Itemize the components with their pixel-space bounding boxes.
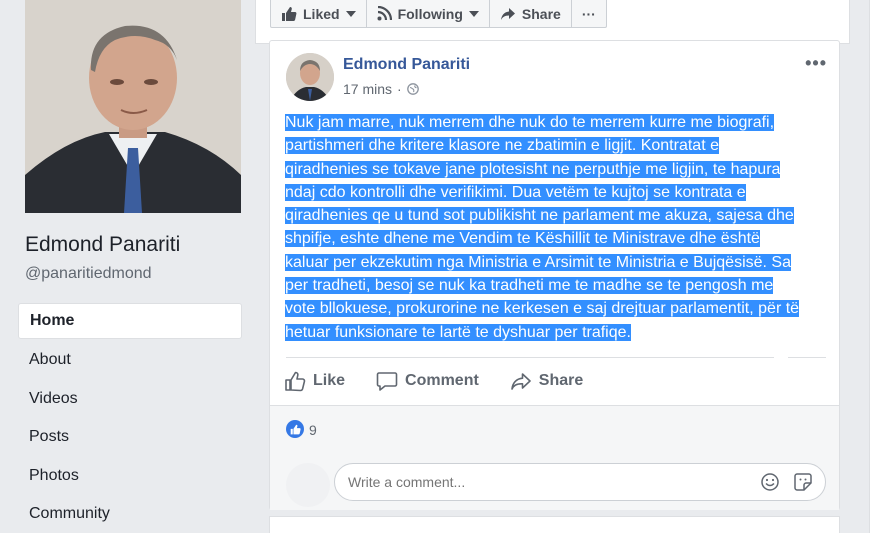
page-name[interactable]: Edmond Panariti [25, 233, 180, 257]
share-page-button[interactable]: Share [490, 0, 572, 27]
reactions-bar: 9 [270, 405, 839, 455]
nav-item-videos[interactable]: Videos [18, 380, 242, 419]
like-button[interactable]: Like [284, 367, 345, 395]
share-arrow-icon [510, 373, 531, 390]
like-count[interactable]: 9 [309, 422, 317, 438]
nav-item-posts[interactable]: Posts [18, 418, 242, 457]
nav-item-about[interactable]: About [18, 341, 242, 380]
post-line: hetuar funksionare te lartë te dyshuar p… [285, 323, 631, 341]
share-label: Share [538, 372, 584, 389]
right-column-edge [869, 0, 884, 533]
share-button[interactable]: Share [510, 367, 583, 395]
post-line: qiradhenies qe u tund sot publikisht ne … [285, 207, 794, 225]
like-label: Like [313, 372, 346, 389]
post-body: Nuk jam marre, nuk merrem dhe nuk do te … [285, 111, 830, 344]
post-line: Nuk jam marre, nuk merrem dhe nuk do te … [285, 114, 775, 131]
globe-icon[interactable] [406, 83, 419, 95]
post-line: partishmeri dhe kritere klasore ne zbati… [285, 137, 719, 155]
post-action-row: Like Comment Share [284, 367, 614, 395]
nav-item-community[interactable]: Community [18, 495, 242, 533]
post-line: qiradhenies se tokave jane plotesisht ne… [285, 160, 781, 178]
post-options-button[interactable]: ••• [805, 53, 827, 74]
comment-label: Comment [405, 372, 479, 389]
post-author-name[interactable]: Edmond Panariti [343, 56, 470, 74]
page-action-bar: Liked Following Share ··· [255, 0, 850, 44]
nav-item-photos[interactable]: Photos [18, 457, 242, 496]
liked-button[interactable]: Liked [271, 0, 367, 27]
divider [788, 357, 826, 358]
thumbs-up-icon [282, 6, 297, 21]
meta-separator: · [397, 81, 402, 97]
liked-label: Liked [303, 5, 340, 22]
comment-input[interactable] [334, 463, 826, 501]
chevron-down-icon [345, 10, 356, 17]
post-meta: 17 mins · [343, 81, 419, 97]
post-line: ndaj cdo kontrolli dhe verifikimi. Dua v… [285, 183, 746, 201]
page-handle[interactable]: @panaritiedmond [25, 265, 152, 283]
nav-item-home[interactable]: Home [18, 303, 242, 339]
post-line: shpifje, eshte dhene me Vendim te Këshil… [285, 230, 760, 248]
chevron-down-icon [468, 10, 479, 17]
post-card: Edmond Panariti 17 mins · ••• Nuk jam ma… [269, 40, 840, 510]
post-line: per tradheti, besoj se nuk ka tradheti m… [285, 277, 774, 295]
more-label: ··· [581, 5, 596, 22]
post-timestamp[interactable]: 17 mins [343, 81, 392, 97]
more-options-button[interactable]: ··· [572, 0, 606, 27]
next-post-card [269, 516, 840, 533]
rss-icon [377, 6, 392, 21]
comment-composer [270, 455, 839, 510]
like-reaction-icon[interactable] [286, 420, 304, 438]
comment-button[interactable]: Comment [376, 367, 479, 395]
following-label: Following [397, 5, 463, 22]
sticker-icon[interactable] [793, 472, 813, 492]
thumbs-up-icon [285, 371, 306, 392]
post-line: kaluar per ekzekutim nga Ministria e Ars… [285, 253, 791, 271]
following-button[interactable]: Following [367, 0, 490, 27]
share-page-label: Share [521, 5, 561, 22]
page-action-buttons: Liked Following Share ··· [270, 0, 607, 28]
commenter-avatar [286, 463, 330, 507]
author-avatar[interactable] [286, 53, 334, 101]
page-sidebar: Edmond Panariti @panaritiedmond Home Abo… [0, 0, 256, 533]
profile-photo[interactable] [25, 0, 241, 213]
post-line: vote bllokuese, prokurorine ne kerkesen … [285, 300, 800, 318]
divider [286, 357, 774, 358]
emoji-icon[interactable] [760, 472, 780, 492]
page-nav: Home About Videos Posts Photos Community [18, 303, 242, 533]
comment-bubble-icon [376, 372, 398, 391]
share-arrow-icon [500, 7, 515, 20]
